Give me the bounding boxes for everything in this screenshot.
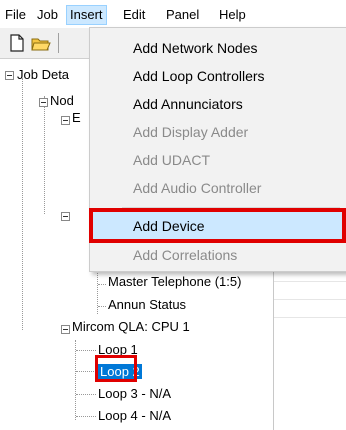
tree-node-child[interactable]: E xyxy=(72,109,81,127)
tree-node-nodes[interactable]: Nod xyxy=(50,92,74,110)
collapse-toggle-icon[interactable] xyxy=(5,71,14,80)
menu-file[interactable]: File xyxy=(2,6,29,24)
menu-item-add-display-adder[interactable]: Add Display Adder xyxy=(90,118,346,146)
tree-line xyxy=(76,416,96,417)
menu-bar: File Job Insert Edit Panel Help xyxy=(0,0,346,28)
tree-node-annun-status[interactable]: Annun Status xyxy=(108,296,186,314)
collapse-toggle-icon[interactable] xyxy=(61,212,70,221)
tree-line xyxy=(76,350,96,351)
tree-node-loop-4[interactable]: Loop 4 - N/A xyxy=(98,407,171,425)
collapse-toggle-icon[interactable] xyxy=(39,98,48,107)
add-device-highlight-box xyxy=(89,208,346,243)
menu-item-add-network-nodes[interactable]: Add Network Nodes xyxy=(90,34,346,62)
tree-node-loop-3[interactable]: Loop 3 - N/A xyxy=(98,385,171,403)
collapse-toggle-icon[interactable] xyxy=(61,325,70,334)
tree-line xyxy=(98,306,106,307)
menu-job[interactable]: Job xyxy=(34,6,61,24)
menu-insert[interactable]: Insert xyxy=(66,5,107,25)
tree-line xyxy=(44,96,45,214)
selected-node-highlight-box xyxy=(95,355,137,382)
tree-line xyxy=(76,394,96,395)
tree-line xyxy=(98,284,106,285)
toolbar-separator xyxy=(58,33,59,53)
menu-help[interactable]: Help xyxy=(216,6,249,24)
tree-line xyxy=(76,371,96,372)
menu-item-add-udact[interactable]: Add UDACT xyxy=(90,146,346,174)
tree-line xyxy=(75,340,76,420)
open-folder-icon[interactable] xyxy=(30,32,52,54)
collapse-toggle-icon[interactable] xyxy=(61,116,70,125)
tree-node-master-telephone[interactable]: Master Telephone (1:5) xyxy=(108,273,241,291)
tree-node-cpu[interactable]: Mircom QLA: CPU 1 xyxy=(72,318,190,336)
new-file-icon[interactable] xyxy=(6,32,28,54)
tree-line xyxy=(97,270,98,314)
menu-item-add-audio-controller[interactable]: Add Audio Controller xyxy=(90,174,346,202)
tree-line xyxy=(22,78,23,330)
menu-panel[interactable]: Panel xyxy=(163,6,202,24)
menu-item-add-annunciators[interactable]: Add Annunciators xyxy=(90,90,346,118)
menu-item-add-correlations[interactable]: Add Correlations xyxy=(90,241,346,269)
tree-node-job-details[interactable]: Job Deta xyxy=(17,66,69,84)
menu-item-add-loop-controllers[interactable]: Add Loop Controllers xyxy=(90,62,346,90)
menu-edit[interactable]: Edit xyxy=(120,6,148,24)
